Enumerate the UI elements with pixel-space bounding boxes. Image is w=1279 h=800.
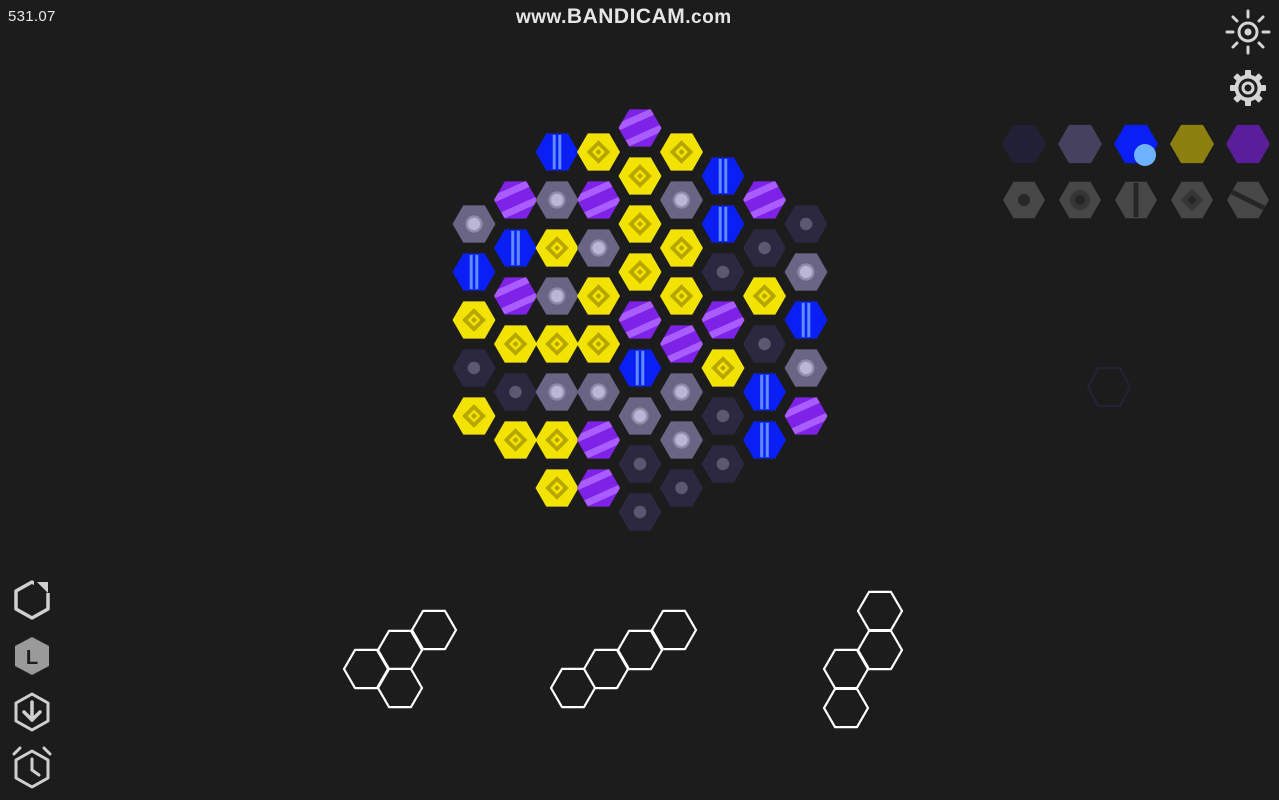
board-tile[interactable] [618, 445, 662, 483]
piece-zigzag-4[interactable] [342, 609, 458, 709]
board-tile[interactable] [743, 229, 786, 267]
board-tile[interactable] [577, 420, 620, 460]
board-tile[interactable] [743, 421, 786, 459]
board-tile[interactable] [577, 133, 620, 171]
board-tile[interactable] [452, 397, 496, 435]
board-tile[interactable] [577, 229, 620, 267]
board-tile[interactable] [618, 108, 662, 148]
board-tile[interactable] [701, 205, 745, 243]
board-tile[interactable] [577, 373, 620, 411]
board-tile[interactable] [535, 421, 579, 459]
board-tile[interactable] [494, 421, 537, 459]
board-tile[interactable] [660, 373, 703, 411]
level-icon[interactable]: L [12, 635, 52, 677]
board-tile[interactable] [618, 397, 662, 435]
board-tile[interactable] [494, 373, 537, 411]
piece-diagonal-4[interactable] [549, 609, 698, 709]
board-tile[interactable] [660, 469, 703, 507]
board-tile[interactable] [535, 229, 579, 267]
board-tile[interactable] [494, 325, 537, 363]
board-tile[interactable] [784, 396, 828, 436]
board-tile[interactable] [452, 349, 496, 387]
board-tile[interactable] [701, 445, 745, 483]
board-tile[interactable] [701, 349, 745, 387]
board-tile[interactable] [701, 157, 745, 195]
board-tile[interactable] [701, 397, 745, 435]
board-tile[interactable] [701, 253, 745, 291]
board-tile[interactable] [494, 229, 537, 267]
board-tile[interactable] [784, 349, 828, 387]
board-tile[interactable] [660, 421, 703, 459]
board-tile[interactable] [452, 253, 496, 291]
board-tile[interactable] [618, 157, 662, 195]
board-tile[interactable] [494, 276, 537, 316]
board-tile[interactable] [743, 277, 786, 315]
board-tile[interactable] [660, 133, 703, 171]
hex-board[interactable] [0, 0, 1279, 560]
board-tile[interactable] [743, 325, 786, 363]
board-tile[interactable] [701, 300, 745, 340]
board-tile[interactable] [618, 205, 662, 243]
board-tile[interactable] [577, 277, 620, 315]
board-tile[interactable] [577, 468, 620, 508]
board-tile[interactable] [452, 301, 496, 339]
board-tile[interactable] [494, 180, 537, 220]
board-tile[interactable] [535, 373, 579, 411]
timer-icon[interactable] [12, 746, 52, 790]
board-tile[interactable] [743, 180, 786, 220]
board-tile[interactable] [660, 229, 703, 267]
board-tile[interactable] [784, 301, 828, 339]
board-tile[interactable] [577, 180, 620, 220]
board-tile[interactable] [577, 325, 620, 363]
download-icon[interactable] [12, 691, 52, 733]
board-tile[interactable] [618, 300, 662, 340]
board-tile[interactable] [535, 181, 579, 219]
board-tile[interactable] [535, 469, 579, 507]
board-tile[interactable] [535, 133, 579, 171]
board-tile[interactable] [660, 277, 703, 315]
board-tile[interactable] [660, 324, 703, 364]
board-tile[interactable] [784, 205, 828, 243]
board-tile[interactable] [535, 325, 579, 363]
level-letter: L [26, 647, 38, 669]
board-tile[interactable] [618, 253, 662, 291]
board-tile[interactable] [784, 253, 828, 291]
board-tile[interactable] [618, 493, 662, 531]
board-tile[interactable] [660, 181, 703, 219]
rotate-icon[interactable] [12, 579, 52, 621]
board-tile[interactable] [743, 373, 786, 411]
board-tile[interactable] [535, 277, 579, 315]
board-tile[interactable] [452, 205, 496, 243]
piece-tray [342, 590, 904, 729]
piece-vertical-4[interactable] [822, 590, 904, 729]
board-tile[interactable] [618, 349, 662, 387]
